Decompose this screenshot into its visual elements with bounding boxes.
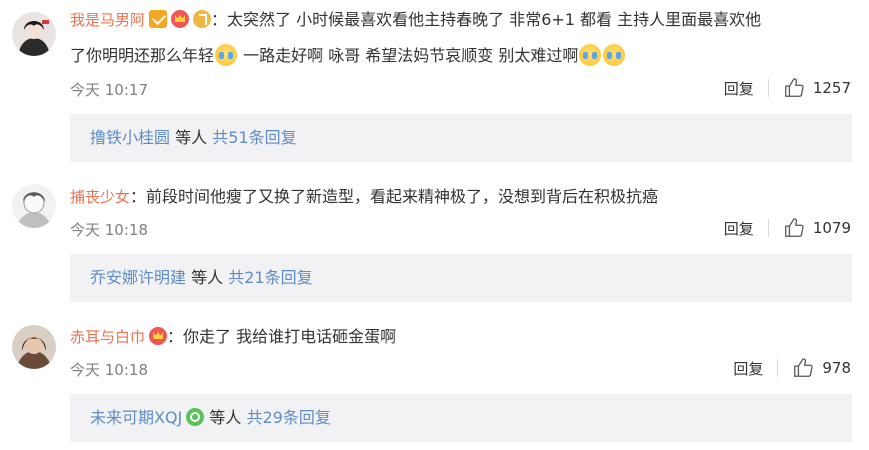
replies-summary[interactable]: 未来可期XQJ 等人 共29条回复 [70,394,852,442]
like-count: 978 [822,359,851,377]
divider [767,79,769,97]
comment-text-line1: ：你走了 我给谁打电话砸金蛋啊 [167,327,397,346]
reply-user-link[interactable]: 乔安娜许明建 [90,268,186,287]
music-badge-icon [193,10,212,28]
avatar-image [12,184,56,228]
comment-actions: 回复 1079 [724,217,851,239]
replies-summary[interactable]: 撸铁小桂圆 等人 共51条回复 [70,114,852,162]
reply-user-link[interactable]: 撸铁小桂圆 [90,128,170,147]
avatar-image [12,12,56,56]
divider [777,359,779,377]
avatar-image [12,325,56,369]
comment-text-line1: ：太突然了 小时候最喜欢看他主持春晚了 非常6+1 都看 主持人里面最喜欢他 [211,10,762,29]
green-badge-icon [186,408,205,426]
crown-badge-icon [149,327,168,345]
comment-text: 我是马男阿 ：太突然了 小时候最喜欢看他主持春晚了 非常6+1 都看 主持人里面最… [70,5,849,35]
reply-user-link[interactable]: 未来可期XQJ [90,408,182,427]
comment-text-line1: ：前段时间他瘦了又换了新造型，看起来精神极了，没想到背后在积极抗癌 [130,187,659,206]
comment-text: 赤耳与白巾 ：你走了 我给谁打电话砸金蛋啊 [70,322,849,352]
replies-summary[interactable]: 乔安娜许明建 等人 共21条回复 [70,254,852,302]
thumbs-up-icon[interactable] [783,217,805,239]
user-avatar[interactable] [12,325,56,369]
username-link[interactable]: 赤耳与白巾 [70,328,145,346]
user-avatar[interactable] [12,184,56,228]
user-avatar[interactable] [12,12,56,56]
reply-button[interactable]: 回复 [724,78,754,99]
view-replies-link[interactable]: 共21条回复 [228,268,312,287]
crying-emoji-icon [215,44,238,66]
comment-actions: 回复 1257 [724,77,851,99]
replies-and-others: 等人 [170,128,213,147]
comment-text-line2a: 了你明明还那么年轻 [70,46,215,65]
replies-and-others: 等人 [204,408,247,427]
username-link[interactable]: 捕丧少女 [70,188,130,206]
comment-actions: 回复 978 [733,357,851,379]
divider [767,219,769,237]
like-count: 1079 [812,219,851,237]
comment-time: 今天 10:18 [70,361,148,379]
verified-v-icon [149,10,168,28]
crying-emoji-icon [579,44,602,66]
comment-time: 今天 10:17 [70,81,148,99]
thumbs-up-icon[interactable] [792,357,814,379]
reply-button[interactable]: 回复 [724,218,754,239]
replies-and-others: 等人 [186,268,229,287]
username-link[interactable]: 我是马男阿 [70,11,145,29]
view-replies-link[interactable]: 共29条回复 [246,408,330,427]
comment-text: 捕丧少女：前段时间他瘦了又换了新造型，看起来精神极了，没想到背后在积极抗癌 [70,182,849,212]
reply-button[interactable]: 回复 [733,358,763,379]
comment-text-cont: 了你明明还那么年轻 一路走好啊 咏哥 希望法妈节哀顺变 别太难过啊 [70,41,849,71]
thumbs-up-icon[interactable] [783,77,805,99]
crying-emoji-icon [603,44,626,66]
comment-text-line2b: 一路走好啊 咏哥 希望法妈节哀顺变 别太难过啊 [238,46,579,65]
crown-badge-icon [171,10,190,28]
like-count: 1257 [812,79,851,97]
view-replies-link[interactable]: 共51条回复 [212,128,296,147]
comment-time: 今天 10:18 [70,221,148,239]
